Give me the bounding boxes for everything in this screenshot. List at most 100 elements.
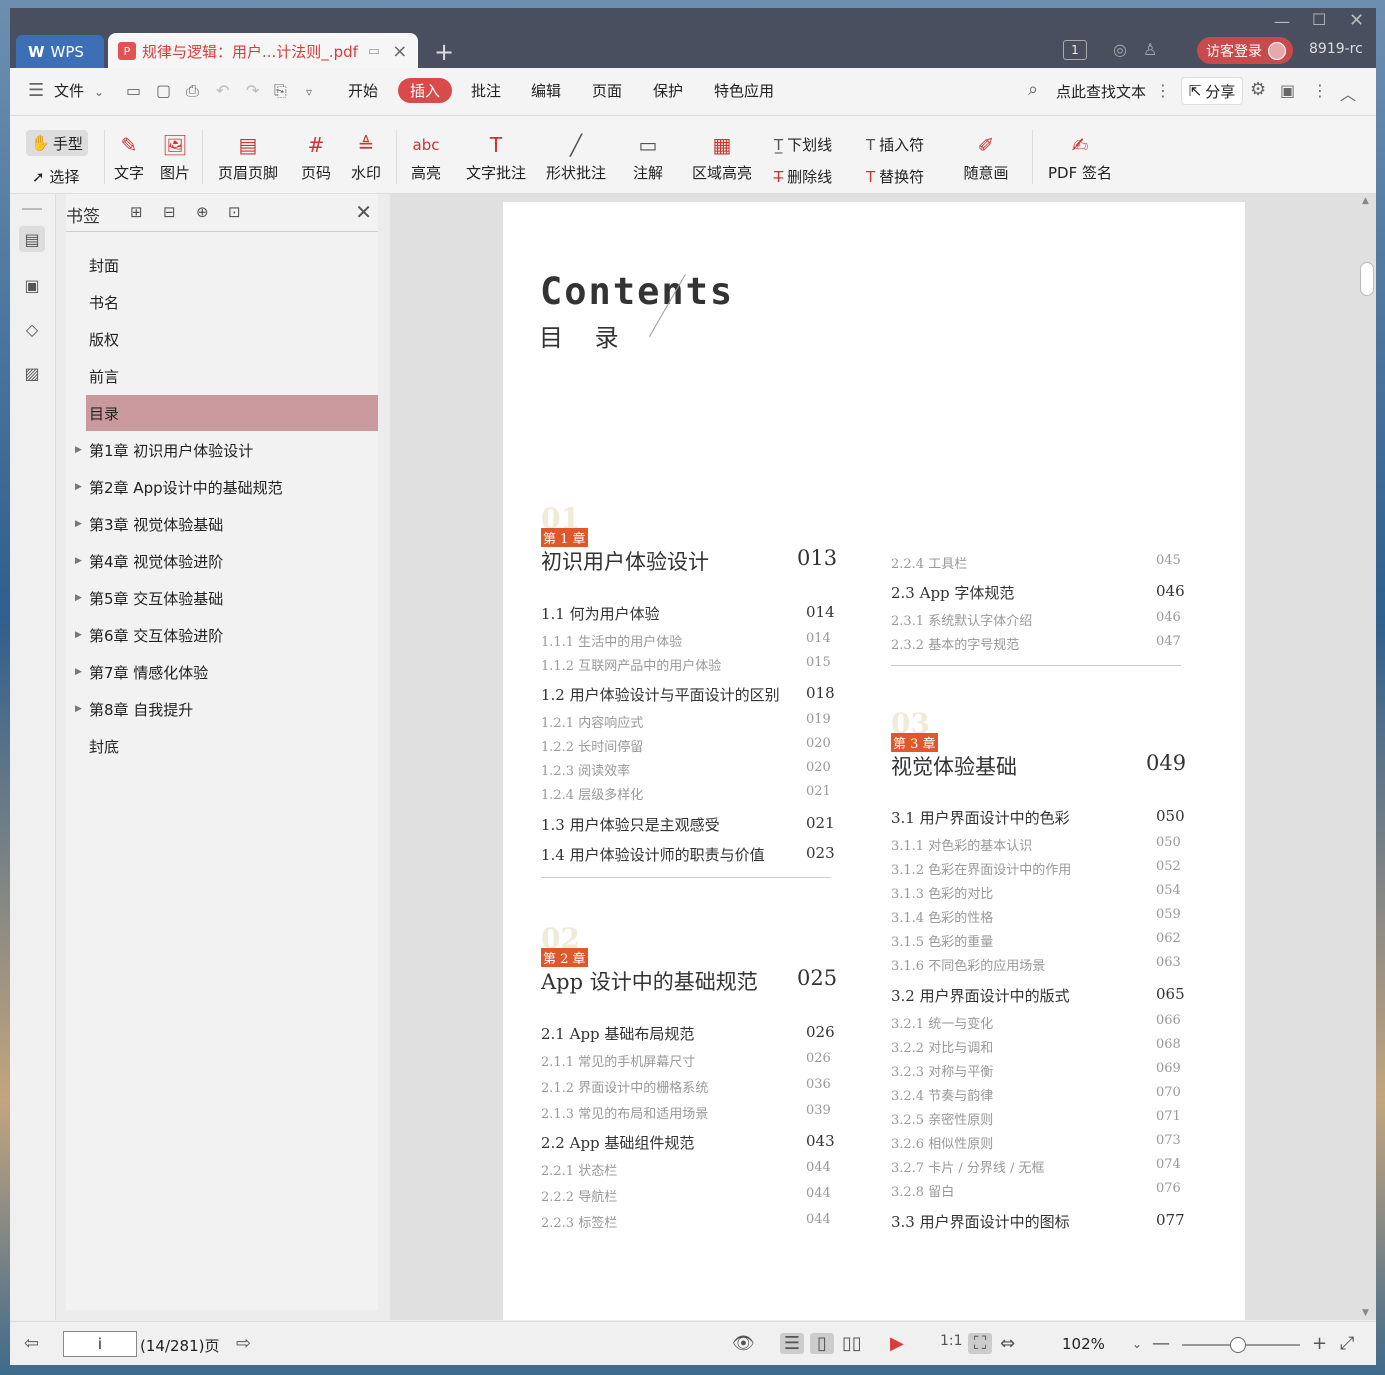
strikethrough-button[interactable]: T̶ 删除线 <box>774 166 832 187</box>
zoom-dropdown-icon[interactable]: ⌄ <box>1132 1337 1142 1351</box>
continuous-view-icon[interactable]: ☰ <box>780 1333 804 1354</box>
bookmark-item[interactable]: 封底 <box>86 728 378 764</box>
insert-text-button[interactable]: ✎ 文字 <box>110 128 148 183</box>
collapse-ribbon-icon[interactable]: ︿ <box>1340 81 1356 105</box>
hamburger-icon[interactable]: ☰ <box>28 80 44 101</box>
expand-all-icon[interactable]: ⊞ <box>130 203 143 221</box>
export-icon[interactable]: ⎘ <box>274 81 287 101</box>
play-icon[interactable]: ▶ <box>890 1333 904 1354</box>
shirt-icon[interactable]: ♙ <box>1143 40 1157 59</box>
highlight-button[interactable]: abc 高亮 <box>406 128 446 183</box>
menu-edit[interactable]: 编辑 <box>531 80 561 101</box>
chevron-down-icon[interactable]: ⌄ <box>94 85 104 99</box>
actual-size-icon[interactable]: 1:1 <box>940 1333 963 1349</box>
bookmark-item[interactable]: ▶ 第5章 交互体验基础 <box>75 580 378 616</box>
print-icon[interactable]: ⎙ <box>186 81 199 101</box>
tab-count-badge[interactable]: 1 <box>1063 40 1087 60</box>
bookmark-item[interactable]: 版权 <box>86 321 378 357</box>
undo-icon[interactable]: ↶ <box>216 81 229 100</box>
add-bookmark-icon[interactable]: ⊕ <box>196 203 209 221</box>
save-icon[interactable]: ▢ <box>156 81 171 100</box>
maximize-icon[interactable]: ☐ <box>1312 10 1326 29</box>
zoom-in-icon[interactable]: + <box>1312 1333 1327 1354</box>
text-annotation-button[interactable]: T 文字批注 <box>464 128 528 183</box>
redo-icon[interactable]: ↷ <box>246 81 259 100</box>
select-tool-button[interactable]: ➚ 选择 <box>32 166 79 187</box>
hand-tool-button[interactable]: ✋ 手型 <box>26 130 88 156</box>
close-window-icon[interactable]: ✕ <box>1349 10 1364 31</box>
page-number-input[interactable]: i <box>63 1331 137 1357</box>
area-highlight-button[interactable]: ▦ 区域高亮 <box>686 128 758 183</box>
file-menu[interactable]: 文件 <box>54 80 84 101</box>
menu-start[interactable]: 开始 <box>348 80 378 101</box>
search-text-button[interactable]: 点此查找文本 <box>1056 81 1146 102</box>
bookmark-tag-icon[interactable]: ⊡ <box>228 203 241 221</box>
close-tab-icon[interactable]: × <box>392 41 407 62</box>
scroll-up-icon[interactable]: ▲ <box>1362 196 1369 206</box>
shape-annotation-button[interactable]: ╱ 形状批注 <box>540 128 612 183</box>
note-button[interactable]: ▭ 注解 <box>626 128 670 183</box>
tag-panel-icon[interactable]: ◇ <box>19 316 45 342</box>
single-page-icon[interactable]: ▯ <box>810 1333 834 1354</box>
expand-arrow-icon[interactable]: ▶ <box>75 445 82 455</box>
search-icon[interactable]: ⌕ <box>1028 79 1038 100</box>
bookmark-item[interactable]: ▶ 第2章 App设计中的基础规范 <box>75 469 378 505</box>
collapse-all-icon[interactable]: ⊟ <box>163 203 176 221</box>
expand-arrow-icon[interactable]: ▶ <box>75 667 82 677</box>
menu-insert[interactable]: 插入 <box>398 78 453 103</box>
bookmark-item[interactable]: ▶ 第4章 视觉体验进阶 <box>75 543 378 579</box>
expand-arrow-icon[interactable]: ▶ <box>75 593 82 603</box>
skin-icon[interactable]: ◎ <box>1113 40 1127 59</box>
menu-comment[interactable]: 批注 <box>471 80 501 101</box>
pdf-sign-button[interactable]: ✍ PDF 签名 <box>1042 128 1118 183</box>
expand-arrow-icon[interactable]: ▶ <box>75 556 82 566</box>
expand-arrow-icon[interactable]: ▶ <box>75 519 82 529</box>
bookmark-item[interactable]: 目录 <box>86 395 378 431</box>
scroll-thumb[interactable] <box>1360 262 1374 296</box>
fit-width-icon[interactable]: ⇔ <box>1000 1333 1015 1354</box>
expand-arrow-icon[interactable]: ▶ <box>75 482 82 492</box>
replace-symbol-button[interactable]: T 替换符 <box>866 166 924 187</box>
more-vert-icon[interactable]: ⋮ <box>1155 81 1171 100</box>
document-viewer[interactable]: Contents 目 录 01 第 1 章 初识用户体验设计 013 1.1 何… <box>390 194 1376 1320</box>
freehand-button[interactable]: ✐ 随意画 <box>956 128 1016 183</box>
wps-home-tab[interactable]: W WPS <box>16 35 104 69</box>
bookmark-item[interactable]: 前言 <box>86 358 378 394</box>
close-panel-icon[interactable]: ✕ <box>355 200 372 224</box>
settings-icon[interactable]: ⚙ <box>1250 79 1266 100</box>
double-page-icon[interactable]: ▯▯ <box>842 1333 862 1354</box>
zoom-level[interactable]: 102% <box>1062 1335 1105 1353</box>
minimize-icon[interactable]: — <box>1274 12 1290 31</box>
expand-arrow-icon[interactable]: ▶ <box>75 630 82 640</box>
more-menu-icon[interactable]: ⋮ <box>1312 81 1328 100</box>
bookmark-item[interactable]: ▶ 第7章 情感化体验 <box>75 654 378 690</box>
menu-page[interactable]: 页面 <box>592 80 622 101</box>
drag-handle[interactable] <box>22 208 42 210</box>
watermark-button[interactable]: ≜ 水印 <box>346 128 386 183</box>
more-quick-icon[interactable]: ▿ <box>306 85 312 99</box>
header-footer-button[interactable]: ▤ 页眉页脚 <box>210 128 286 183</box>
bookmark-item[interactable]: 书名 <box>86 284 378 320</box>
next-page-icon[interactable]: ⇨ <box>236 1333 251 1354</box>
page-number-button[interactable]: # 页码 <box>296 128 336 183</box>
thumbnail-panel-icon[interactable]: ▣ <box>19 272 45 298</box>
bookmark-item[interactable]: 封面 <box>86 247 378 283</box>
comment-icon[interactable]: ▣ <box>1280 81 1295 100</box>
bookmark-item[interactable]: ▶ 第3章 视觉体验基础 <box>75 506 378 542</box>
insert-image-button[interactable]: 🖼 图片 <box>156 128 194 183</box>
bookmark-panel-icon[interactable]: ▤ <box>19 226 45 252</box>
fit-page-icon[interactable]: ⛶ <box>968 1333 992 1354</box>
bookmark-item[interactable]: ▶ 第1章 初识用户体验设计 <box>75 432 378 468</box>
add-tab-icon[interactable]: + <box>434 38 454 66</box>
share-button[interactable]: ⇱ 分享 <box>1181 77 1243 105</box>
document-tab[interactable]: P 规律与逻辑：用户...计法则_.pdf ▭ × <box>108 33 418 69</box>
eye-protect-icon[interactable]: 👁 <box>732 1333 755 1354</box>
expand-arrow-icon[interactable]: ▶ <box>75 704 82 714</box>
zoom-out-icon[interactable]: — <box>1152 1333 1170 1354</box>
menu-protect[interactable]: 保护 <box>653 80 683 101</box>
visitor-login-button[interactable]: 访客登录 <box>1197 37 1293 64</box>
bookmark-item[interactable]: ▶ 第6章 交互体验进阶 <box>75 617 378 653</box>
vertical-scrollbar[interactable]: ▲ ▼ <box>1358 194 1376 1320</box>
insert-symbol-button[interactable]: T 插入符 <box>866 134 924 155</box>
bookmark-item[interactable]: ▶ 第8章 自我提升 <box>75 691 378 727</box>
